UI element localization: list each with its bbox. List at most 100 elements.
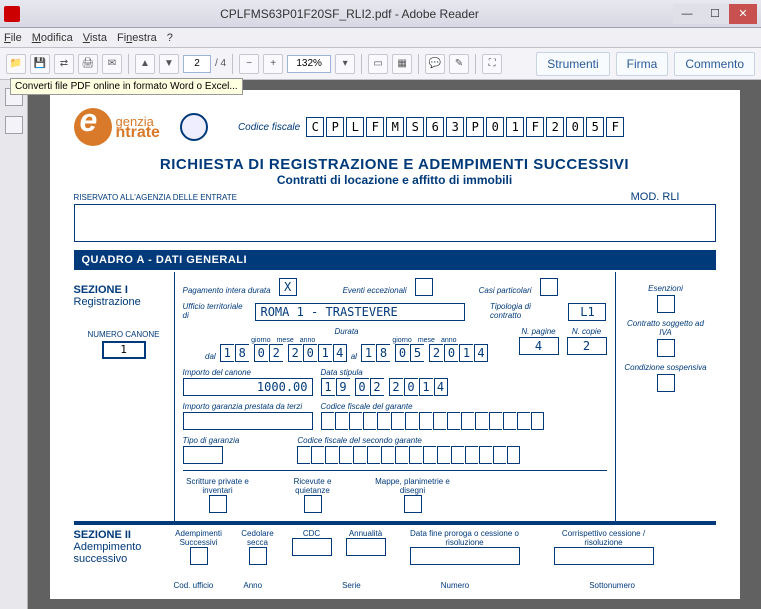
npagine-value: 4 [519,337,559,355]
nav-down-icon[interactable]: ▼ [159,54,179,74]
menu-modifica[interactable]: Modifica [32,32,73,44]
datafine-box [410,547,520,565]
adempimenti-label: Adempimenti Successivi [174,529,224,547]
maximize-button[interactable]: ☐ [701,4,729,24]
numero-canone-value: 1 [102,341,146,359]
convert-icon[interactable]: ⇄ [54,54,74,74]
g-label: giorno [251,337,270,344]
codice-fiscale-label: Codice fiscale [238,122,300,133]
numero-label: Numero [441,581,469,590]
annualita-label: Annualità [349,529,382,538]
numero-canone-label: NUMERO CANONE [74,330,174,339]
print-icon[interactable]: 🖨 [78,54,98,74]
cf-garante2-label: Codice fiscale del secondo garante [297,436,422,445]
sottonumero-label: Sottonumero [589,581,635,590]
codice-fiscale-boxes: CPLFMS63P01F205F [306,117,624,137]
attachments-icon[interactable] [5,116,23,134]
cedolare-label: Cedolare secca [238,529,278,547]
scritture-label: Scritture private e inventari [183,477,253,495]
strumenti-button[interactable]: Strumenti [536,52,609,76]
view2-icon[interactable]: ▦ [392,54,412,74]
cf-garante2-boxes [297,446,520,464]
serie-label: Serie [342,581,361,590]
close-button[interactable]: ✕ [729,4,757,24]
codufficio-label: Cod. ufficio [174,581,214,590]
minimize-button[interactable]: — [673,4,701,24]
corrispettivo-box [554,547,654,565]
mappe-label: Mappe, planimetrie e disegni [373,477,453,495]
data-al: 18052014 [361,344,488,362]
ncopie-value: 2 [567,337,607,355]
ufficio-value: ROMA 1 - TRASTEVERE [255,303,464,321]
open-icon[interactable]: 📁 [6,54,26,74]
tipologia-value: L1 [568,303,606,321]
zoom-dropdown-icon[interactable]: ▾ [335,54,355,74]
data-dal: 18022014 [220,344,347,362]
document-area[interactable]: genziantrate Codice fiscale CPLFMS63P01F… [28,80,761,609]
annualita-box [346,538,386,556]
view1-icon[interactable]: ▭ [368,54,388,74]
zoom-in-icon[interactable]: + [263,54,283,74]
mappe-box [404,495,422,513]
pdf-icon [4,6,20,22]
commento-button[interactable]: Commento [674,52,755,76]
ricevute-box [304,495,322,513]
tipo-garanzia-label: Tipo di garanzia [183,436,240,445]
save-icon[interactable]: 💾 [30,54,50,74]
casi-label: Casi particolari [479,286,532,295]
cdc-box [292,538,332,556]
mail-icon[interactable]: ✉ [102,54,122,74]
sezione1-title: SEZIONE I [74,284,174,296]
pag-intera-box: X [279,278,297,296]
importo-canone-label: Importo del canone [183,368,252,377]
toolbar: 📁 💾 ⇄ 🖨 ✉ ▲ ▼ 2 / 4 − + 132% ▾ ▭ ▦ 💬 ✎ ⛶… [0,48,761,80]
g-label2: giorno [392,337,411,344]
firma-button[interactable]: Firma [616,52,669,76]
cedolare-box [249,547,267,565]
fullscreen-icon[interactable]: ⛶ [482,54,502,74]
pdf-page: genziantrate Codice fiscale CPLFMS63P01F… [50,90,740,599]
sidebar [0,80,28,609]
emblem-icon [180,113,208,141]
data-stipula: 19022014 [321,378,448,396]
menu-help[interactable]: ? [167,32,173,44]
tipologia-label: Tipologia di contratto [490,302,560,320]
corrispettivo-label: Corrispettivo cessione / risoluzione [544,529,664,547]
menu-file[interactable]: File [4,32,22,44]
a-label2: anno [441,337,457,344]
agenzia-entrate-logo: genziantrate [74,108,160,146]
ncopie-label: N. copie [572,327,601,336]
condizione-box [657,374,675,392]
scritture-box [209,495,227,513]
reserved-box [74,204,716,242]
eventi-box [415,278,433,296]
reserved-label: RISERVATO ALL'AGENZIA DELLE ENTRATE [74,191,716,204]
titlebar: CPLFMS63P01F20SF_RLI2.pdf - Adobe Reader… [0,0,761,28]
durata-label: Durata [334,327,358,336]
ufficio-label: Ufficio territoriale di [183,302,248,320]
menu-finestra[interactable]: Finestra [117,32,157,44]
garanzia-box [183,412,313,430]
data-stipula-label: Data stipula [321,368,363,377]
mod-label: MOD. RLI [631,191,680,203]
nav-up-icon[interactable]: ▲ [135,54,155,74]
sezione2-sub1: Adempimento [74,541,174,553]
iva-label: Contratto soggetto ad IVA [622,319,710,337]
cdc-label: CDC [303,529,320,538]
ricevute-label: Ricevute e quietanze [283,477,343,495]
condizione-label: Condizione sospensiva [622,363,710,372]
quadro-a-bar: QUADRO A - DATI GENERALI [74,250,716,270]
iva-box [657,339,675,357]
page-input[interactable]: 2 [183,55,211,73]
anno-label: Anno [243,581,262,590]
note-icon[interactable]: 💬 [425,54,445,74]
zoom-input[interactable]: 132% [287,55,331,73]
datafine-label: Data fine proroga o cessione o risoluzio… [400,529,530,547]
a-label: anno [300,337,316,344]
zoom-out-icon[interactable]: − [239,54,259,74]
adempimenti-box [190,547,208,565]
esenzioni-label: Esenzioni [622,284,710,293]
highlight-icon[interactable]: ✎ [449,54,469,74]
menu-vista[interactable]: Vista [83,32,107,44]
sezione2-sub2: successivo [74,553,174,565]
